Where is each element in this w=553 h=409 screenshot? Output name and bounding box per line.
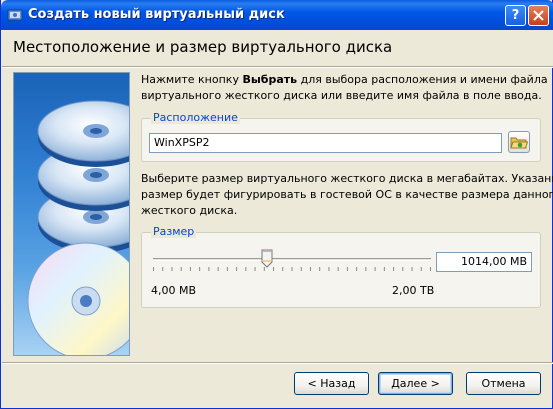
choose-location-button[interactable] [508,131,530,153]
disks-illustration [27,100,129,355]
size-slider-ticks [153,267,431,271]
folder-icon [510,137,529,149]
location-input[interactable]: WinXPSP2 [149,133,502,153]
size-max-label: 2,00 TB [392,284,435,297]
location-group-label: Расположение [151,111,240,124]
wizard-header: Местоположение и размер виртуального дис… [2,30,553,66]
wizard-side-image [13,72,130,356]
title-bar[interactable]: Создать новый виртуальный диск ? [1,0,553,30]
size-slider-thumb[interactable] [261,249,273,268]
location-description: Нажмите кнопку Выбрать для выбора распол… [141,73,548,102]
cancel-button[interactable]: Отмена [466,372,541,395]
size-slider-track[interactable] [153,258,431,261]
size-value-input[interactable]: 1014,00 MB [436,252,532,272]
choose-keyword: Выбрать [242,73,298,86]
close-button[interactable] [528,5,549,26]
size-group-label: Размер [151,225,197,238]
next-button[interactable]: Далее > [378,372,453,395]
back-button[interactable]: < Назад [294,372,369,395]
size-min-label: 4,00 MB [151,284,197,297]
size-description: Выберите размер виртуального жесткого ди… [141,172,553,217]
help-button[interactable]: ? [505,5,526,26]
window-title: Создать новый виртуальный диск [28,7,285,22]
close-icon [533,10,544,21]
disk-app-icon [7,9,23,21]
dialog-window: Создать новый виртуальный диск ? Местопо… [0,0,553,409]
page-title: Местоположение и размер виртуального дис… [13,38,393,56]
